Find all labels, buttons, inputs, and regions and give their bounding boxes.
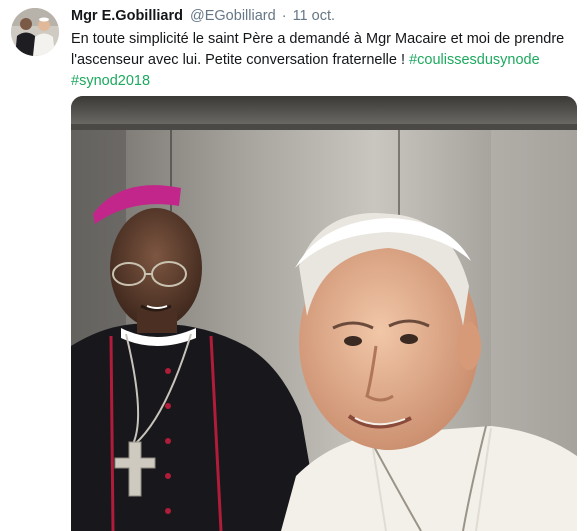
elevator-selfie-image: [71, 96, 577, 531]
tweet-text: En toute simplicité le saint Père a dema…: [71, 29, 577, 92]
author-handle[interactable]: @EGobilliard: [190, 8, 276, 24]
separator-dot: ·: [281, 8, 287, 24]
author-name[interactable]: Mgr E.Gobilliard: [71, 8, 183, 24]
tweet-photo[interactable]: [71, 96, 577, 531]
avatar-image: [11, 8, 59, 56]
tweet-header: Mgr E.Gobilliard @EGobilliard · 11 oct.: [71, 6, 577, 26]
hashtag-synod2018[interactable]: #synod2018: [71, 73, 150, 89]
timestamp-link[interactable]: 11 oct.: [293, 8, 335, 24]
avatar[interactable]: [11, 8, 59, 56]
hashtag-coulissesdusynode[interactable]: #coulissesdusynode: [409, 52, 540, 68]
tweet-content: Mgr E.Gobilliard @EGobilliard · 11 oct. …: [71, 6, 577, 92]
tweet[interactable]: Mgr E.Gobilliard @EGobilliard · 11 oct. …: [0, 0, 588, 531]
